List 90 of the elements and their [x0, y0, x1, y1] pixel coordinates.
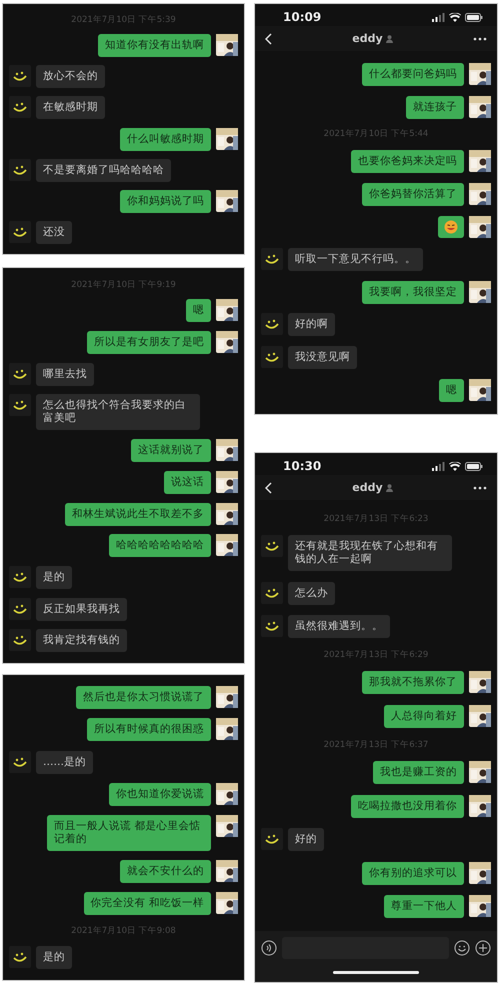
smiley-avatar-icon — [261, 582, 283, 604]
message-bubble: 还没 — [36, 220, 72, 244]
message-bubble: 也要你爸妈来决定吗 — [351, 150, 464, 174]
person-icon — [386, 34, 393, 42]
message-bubble: 然后也是你太习惯说谎了 — [76, 686, 211, 710]
signal-icon — [432, 462, 445, 470]
smiley-avatar-icon — [261, 828, 283, 850]
message-bubble: 好的啊 — [288, 313, 335, 336]
message-bubble: 我要啊，我很坚定 — [362, 280, 464, 304]
wifi-icon — [449, 12, 461, 22]
timestamp: 2021年7月10日 下午9:19 — [70, 278, 177, 291]
message-bubble: 反正如果我再找 — [36, 598, 127, 621]
message-bubble: 什么叫敏感时期 — [120, 128, 211, 151]
message-bubble: 在敏感时期 — [36, 96, 105, 120]
chat-title: eddy — [352, 481, 383, 494]
message-bubble: 还有就是我现在铁了心想和有钱的人在一起啊 — [288, 535, 452, 572]
timestamp: 2021年7月13日 下午6:29 — [322, 648, 430, 661]
smiley-avatar-icon — [9, 65, 31, 88]
smiley-avatar-icon — [9, 394, 31, 416]
person-icon — [386, 484, 393, 492]
message-bubble: 说这话 — [164, 470, 211, 494]
message-bubble: 你有别的追求可以 — [362, 862, 464, 885]
message-bubble: 什么都要问爸妈吗 — [362, 62, 464, 86]
message-bubble: 怎么办 — [288, 582, 335, 605]
smiley-avatar-icon — [9, 946, 31, 968]
message-bubble: 虽然很难遇到。。 — [288, 615, 390, 638]
message-bubble: 哪里去找 — [36, 362, 94, 386]
message-bubble: 和林生斌说此生不取差不多 — [65, 502, 211, 526]
timestamp: 2021年7月13日 下午6:37 — [322, 738, 430, 750]
more-icon[interactable] — [472, 36, 487, 40]
smiley-avatar-icon — [261, 346, 283, 368]
message-bubble: 你完全没有 和吃饭一样 — [84, 892, 211, 916]
message-bubble: 我肯定找有钱的 — [36, 629, 127, 652]
timestamp: 2021年7月13日 下午6:23 — [322, 512, 430, 525]
message-bubble: 人总得向着好 — [384, 704, 464, 728]
chat-title: eddy — [352, 32, 383, 45]
message-bubble: 吃喝拉撒也没用着你 — [351, 794, 464, 818]
message-bubble: 嗯 — [186, 299, 211, 322]
more-icon[interactable] — [472, 486, 487, 490]
smiley-avatar-icon — [261, 535, 283, 558]
smiley-avatar-icon — [9, 750, 31, 773]
wifi-icon — [449, 462, 461, 470]
smiley-avatar-icon — [9, 629, 31, 652]
smiley-avatar-icon — [9, 362, 31, 385]
smiley-avatar-icon — [261, 615, 283, 638]
smiley-avatar-icon — [261, 248, 283, 270]
emoji-icon — [444, 220, 458, 234]
message-bubble: 嗯 — [439, 379, 464, 402]
smiley-avatar-icon — [9, 566, 31, 588]
emoji-face-icon[interactable] — [454, 940, 470, 956]
plus-icon[interactable] — [475, 940, 491, 956]
battery-icon — [465, 462, 483, 470]
status-time: 10:30 — [283, 459, 322, 473]
voice-icon[interactable] — [261, 940, 277, 956]
message-bubble: 我没意见啊 — [288, 346, 357, 370]
battery-icon — [465, 12, 483, 22]
message-bubble: 好的 — [288, 828, 324, 852]
message-bubble: 知道你有没有出轨啊 — [98, 34, 211, 58]
message-bubble: 就会不安什么的 — [120, 860, 211, 884]
signal-icon — [432, 12, 445, 22]
message-bubble: 是的 — [36, 946, 72, 969]
timestamp: 2021年7月10日 下午9:08 — [70, 924, 177, 936]
message-bubble: 不是要离婚了吗哈哈哈哈 — [36, 158, 171, 182]
message-bubble: 尊重一下他人 — [384, 895, 464, 918]
message-bubble: 这话就别说了 — [131, 439, 211, 462]
message-bubble: 所以是有女朋友了是吧 — [87, 331, 211, 354]
message-bubble: 哈哈哈哈哈哈哈哈 — [109, 534, 211, 558]
message-bubble: 放心不会的 — [36, 65, 105, 88]
smiley-avatar-icon — [9, 598, 31, 620]
message-bubble: ……是的 — [36, 750, 93, 774]
timestamp: 2021年7月10日 下午5:39 — [70, 14, 177, 26]
smiley-avatar-icon — [261, 313, 283, 336]
back-icon[interactable] — [265, 482, 272, 494]
message-bubble: 而且一般人说谎 都是心里会惦记着的 — [47, 814, 211, 851]
smiley-avatar-icon — [9, 220, 31, 243]
timestamp: 2021年7月10日 下午5:44 — [322, 128, 430, 140]
message-bubble: 你也知道你爱说谎 — [109, 782, 211, 806]
message-bubble: 所以有时候真的很困惑 — [87, 718, 211, 742]
message-bubble: 你和妈妈说了吗 — [120, 190, 211, 213]
smiley-avatar-icon — [9, 158, 31, 181]
message-bubble: 听取一下意见不行吗。。 — [288, 248, 423, 271]
message-bubble: 我也是赚工资的 — [373, 761, 464, 784]
message-bubble: 那我就不拖累你了 — [362, 671, 464, 694]
message-bubble: 你爸妈替你活算了 — [362, 183, 464, 206]
back-icon[interactable] — [265, 32, 272, 44]
message-bubble: 怎么也得找个符合我要求的白富美吧 — [36, 394, 200, 430]
status-time: 10:09 — [283, 10, 322, 24]
message-bubble: 就连孩子 — [406, 96, 464, 119]
smiley-avatar-icon — [9, 96, 31, 118]
message-bubble: 是的 — [36, 566, 72, 589]
